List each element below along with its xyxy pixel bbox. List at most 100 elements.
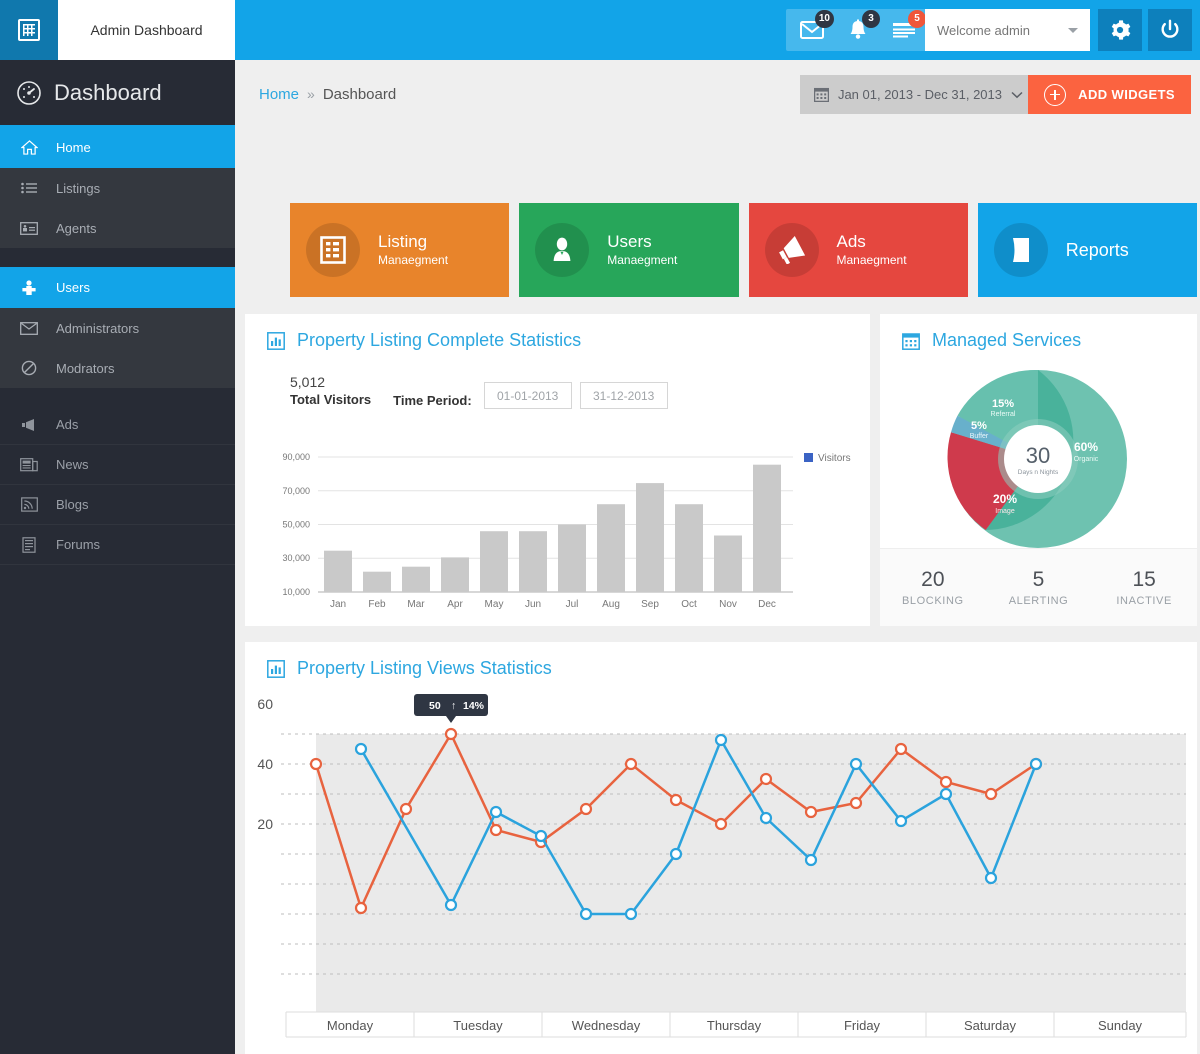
sidebar-item-agents[interactable]: Agents xyxy=(0,208,235,248)
svg-text:Jun: Jun xyxy=(525,599,541,610)
svg-text:10,000: 10,000 xyxy=(282,587,310,597)
sidebar-item-label: Modrators xyxy=(56,361,115,376)
breadcrumb-separator: » xyxy=(307,86,315,102)
quick-tiles: Listing Manaegment Users Manaegment xyxy=(290,203,1197,297)
home-icon xyxy=(18,139,40,157)
visitors-summary: 5,012 Total Visitors Time Period: 01-01-… xyxy=(245,351,870,409)
visitors-bar-chart: 90,000 70,000 50,000 30,000 10,000 xyxy=(248,447,868,622)
svg-text:Saturday: Saturday xyxy=(964,1018,1017,1033)
donut-label-referral-pct: 15% xyxy=(992,398,1014,410)
dashboard-gauge-icon xyxy=(16,80,42,106)
sidebar-item-home[interactable]: Home xyxy=(0,127,235,168)
bar-chart-icon xyxy=(267,660,285,678)
alerts-notification[interactable]: 3 xyxy=(842,15,874,45)
svg-text:Tuesday: Tuesday xyxy=(453,1018,503,1033)
managed-services-stats: 20 BLOCKING 5 ALERTING 15 INACTIVE xyxy=(880,548,1197,626)
top-header-bar: Admin Dashboard 10 3 xyxy=(0,0,1200,60)
sidebar-item-users[interactable]: Users xyxy=(0,267,235,308)
sidebar-item-ads[interactable]: Ads xyxy=(0,405,235,445)
total-visitors-label: Total Visitors xyxy=(290,391,371,409)
views-line-chart: 60 40 20 xyxy=(251,692,1191,1052)
sidebar-item-administrators[interactable]: Administrators xyxy=(0,308,235,348)
sidebar-item-modrators[interactable]: Modrators xyxy=(0,348,235,388)
svg-text:90,000: 90,000 xyxy=(282,452,310,462)
bar-chart-bars xyxy=(324,465,781,592)
notification-group: 10 3 5 xyxy=(786,9,930,51)
sidebar-header: Dashboard xyxy=(0,60,235,127)
stat-label: BLOCKING xyxy=(880,593,986,609)
settings-button[interactable] xyxy=(1098,9,1142,51)
calendar-icon xyxy=(814,87,829,102)
tile-title: Ads xyxy=(837,232,907,252)
stat-inactive: 15 INACTIVE xyxy=(1091,567,1197,609)
date-from-input[interactable]: 01-01-2013 xyxy=(484,382,572,409)
tile-users-management[interactable]: Users Manaegment xyxy=(519,203,738,297)
tile-listing-management[interactable]: Listing Manaegment xyxy=(290,203,509,297)
donut-label-image: Image xyxy=(995,508,1015,515)
sidebar-item-label: Forums xyxy=(56,537,100,552)
breadcrumb-home-link[interactable]: Home xyxy=(259,86,299,103)
add-widgets-button[interactable]: ADD WIDGETS xyxy=(1028,75,1191,114)
donut-center-label: Days n Nights xyxy=(1018,469,1059,476)
property-listing-views-statistics-panel: Property Listing Views Statistics xyxy=(245,642,1197,1054)
donut-label-organic-pct: 60% xyxy=(1074,440,1098,454)
app-logo[interactable] xyxy=(0,0,58,60)
tile-subtitle: Manaegment xyxy=(607,252,677,268)
sidebar-item-listings[interactable]: Listings xyxy=(0,168,235,208)
building-list-icon xyxy=(306,223,360,277)
sidebar: Dashboard Home Listings xyxy=(0,60,235,1054)
sidebar-item-label: News xyxy=(56,457,89,472)
messages-notification[interactable]: 10 xyxy=(796,15,828,45)
welcome-label: Welcome admin xyxy=(937,23,1030,38)
calendar-icon xyxy=(902,332,920,350)
sidebar-item-news[interactable]: News xyxy=(0,445,235,485)
messages-badge: 10 xyxy=(815,10,834,28)
list-icon xyxy=(18,179,40,197)
property-listing-complete-statistics-panel: Property Listing Complete Statistics 5,0… xyxy=(245,314,870,626)
file-text-icon xyxy=(18,536,40,554)
svg-text:Oct: Oct xyxy=(681,599,697,610)
main-content: Home » Dashboard Jan 01, 2013 - Dec 31, … xyxy=(235,60,1200,1054)
sidebar-item-forums[interactable]: Forums xyxy=(0,525,235,565)
svg-text:Dec: Dec xyxy=(758,599,776,610)
brand-tab[interactable]: Admin Dashboard xyxy=(58,0,235,60)
donut-label-buffer-pct: 5% xyxy=(971,420,987,432)
date-to-input[interactable]: 31-12-2013 xyxy=(580,382,668,409)
logout-button[interactable] xyxy=(1148,9,1192,51)
tooltip-value: 50 xyxy=(429,700,441,712)
donut-label-referral: Referral xyxy=(991,411,1016,418)
tile-subtitle: Manaegment xyxy=(378,252,448,268)
stat-value: 5 xyxy=(986,567,1092,593)
sidebar-item-blogs[interactable]: Blogs xyxy=(0,485,235,525)
stat-label: INACTIVE xyxy=(1091,593,1197,609)
chart-tooltip: 50 ↑ 14% xyxy=(414,694,488,723)
alerts-badge: 3 xyxy=(862,10,880,28)
bar-chart-legend: Visitors xyxy=(804,453,851,464)
panel-title: Property Listing Views Statistics xyxy=(297,658,552,679)
svg-text:Jan: Jan xyxy=(330,599,346,610)
bar-chart-x-labels: Jan Feb Mar Apr May Jun Jul Aug Sep Oct … xyxy=(330,599,776,610)
date-range-picker[interactable]: Jan 01, 2013 - Dec 31, 2013 xyxy=(800,75,1037,114)
bar-chart-y-labels: 90,000 70,000 50,000 30,000 10,000 xyxy=(282,452,310,597)
tile-subtitle: Manaegment xyxy=(837,252,907,268)
donut-label-buffer: Buffer xyxy=(970,433,989,440)
dashboard-page: Admin Dashboard 10 3 xyxy=(0,0,1200,1054)
tile-ads-management[interactable]: Ads Manaegment xyxy=(749,203,968,297)
svg-text:Wednesday: Wednesday xyxy=(572,1018,641,1033)
users-icon xyxy=(18,279,40,297)
date-range-label: Jan 01, 2013 - Dec 31, 2013 xyxy=(838,87,1002,102)
svg-text:40: 40 xyxy=(257,756,273,772)
tooltip-change: 14% xyxy=(463,700,485,712)
tasks-badge: 5 xyxy=(908,10,926,28)
tile-reports[interactable]: Reports xyxy=(978,203,1197,297)
id-card-icon xyxy=(18,219,40,237)
svg-text:60: 60 xyxy=(257,696,273,712)
user-menu-dropdown[interactable]: Welcome admin xyxy=(925,9,1090,51)
panel-header: Property Listing Complete Statistics xyxy=(245,314,870,351)
tasks-notification[interactable]: 5 xyxy=(888,15,920,45)
svg-text:Mar: Mar xyxy=(407,599,425,610)
donut-label-organic: Organic xyxy=(1074,456,1099,463)
plus-circle-icon xyxy=(1044,84,1066,106)
svg-text:Apr: Apr xyxy=(447,599,463,610)
stat-alerting: 5 ALERTING xyxy=(986,567,1092,609)
